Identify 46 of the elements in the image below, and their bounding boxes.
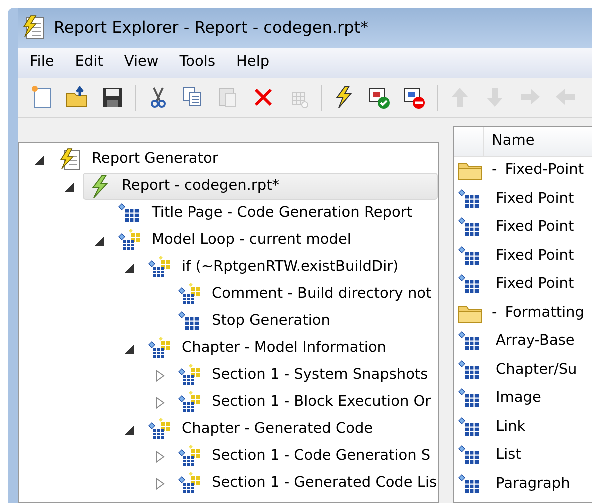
library-item[interactable]: Image bbox=[496, 388, 542, 410]
window-title: Report Explorer - Report - codegen.rpt* bbox=[54, 17, 368, 39]
grid-group-icon bbox=[178, 282, 202, 306]
grid-group-icon bbox=[148, 418, 172, 442]
tree-item[interactable]: Stop Generation bbox=[173, 308, 438, 335]
library-item[interactable]: Fixed Point bbox=[496, 274, 574, 296]
grid-group-icon bbox=[178, 444, 202, 468]
grid-group-icon bbox=[118, 228, 142, 252]
library-item[interactable]: Formatting bbox=[505, 302, 584, 325]
grid-group-icon bbox=[178, 472, 202, 496]
menu-item[interactable]: File bbox=[28, 52, 66, 74]
menu-item[interactable]: Help bbox=[234, 52, 281, 74]
grid-group-icon bbox=[148, 336, 172, 360]
report-generator-icon bbox=[58, 148, 82, 172]
tree-item[interactable]: Report - codegen.rpt* bbox=[83, 173, 438, 200]
library-item[interactable]: List bbox=[496, 445, 522, 468]
library-item[interactable]: Paragraph bbox=[496, 474, 570, 496]
report-generator-icon bbox=[22, 15, 46, 41]
grid-group-icon bbox=[178, 390, 202, 414]
tree-item[interactable]: if (~RptgenRTW.existBuildDir) bbox=[143, 254, 438, 281]
tree-item[interactable]: Title Page - Code Generation Report bbox=[113, 200, 438, 227]
menu-item[interactable]: Edit bbox=[73, 52, 114, 74]
tree-item[interactable]: Section 1 - Generated Code Lis bbox=[173, 470, 438, 497]
menu-item[interactable]: View bbox=[122, 52, 170, 74]
tree-item[interactable]: Comment - Build directory not bbox=[173, 281, 438, 308]
library-item[interactable]: Array-Base bbox=[496, 331, 575, 354]
tree-item[interactable]: Section 1 - System Snapshots bbox=[173, 362, 438, 389]
library-item[interactable]: Fixed Point bbox=[496, 188, 574, 211]
grid-group-icon bbox=[178, 364, 202, 388]
dash-text: - bbox=[492, 161, 498, 180]
folder-icon[interactable] bbox=[65, 85, 90, 110]
library-item[interactable]: Fixed Point bbox=[496, 246, 574, 268]
grid-group-icon bbox=[148, 256, 172, 280]
tree-item[interactable]: Report Generator bbox=[53, 146, 438, 173]
library-item[interactable]: Link bbox=[496, 416, 526, 439]
library-item[interactable]: Chapter/Su bbox=[496, 360, 578, 382]
tree-item[interactable]: Section 1 - Code Generation S bbox=[173, 443, 438, 470]
save-icon[interactable] bbox=[100, 85, 125, 110]
library-item[interactable]: Fixed Point bbox=[496, 217, 574, 240]
tree-item[interactable]: Chapter - Model Information bbox=[143, 335, 438, 362]
dash-text: - bbox=[492, 304, 498, 323]
library-item[interactable]: Fixed-Point bbox=[505, 160, 584, 182]
menu-item[interactable]: Tools bbox=[178, 52, 227, 74]
tree-item[interactable]: Section 1 - Block Execution Or bbox=[173, 389, 438, 416]
tree-item[interactable]: Chapter - Generated Code bbox=[143, 416, 438, 443]
tree-item[interactable]: Model Loop - current model bbox=[113, 227, 438, 254]
